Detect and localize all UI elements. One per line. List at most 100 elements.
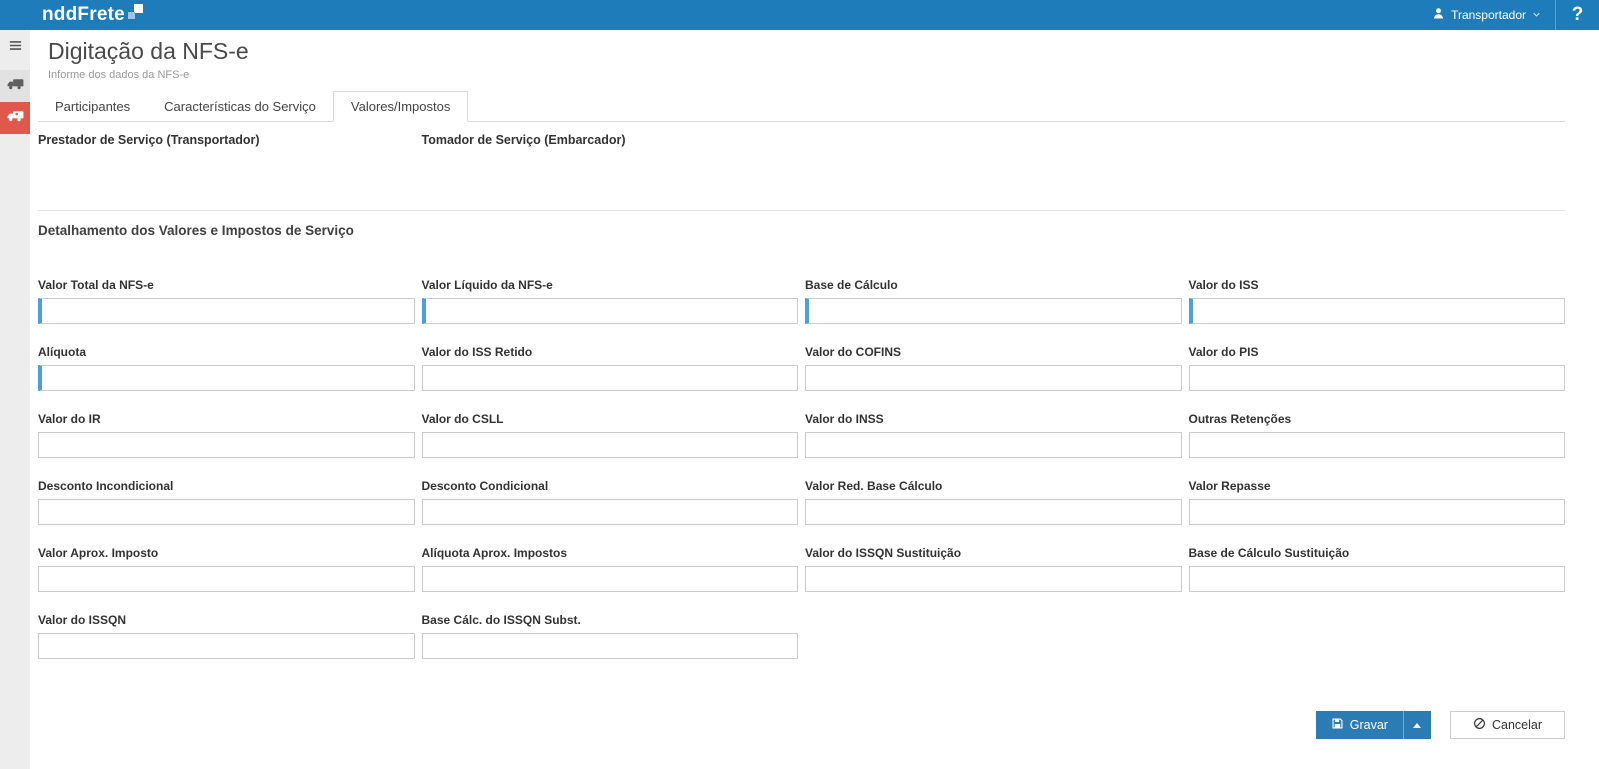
brand-logo[interactable]: nddFrete <box>0 0 143 30</box>
field-valor-inss: Valor do INSS <box>805 412 1182 458</box>
field-label: Valor do ISSQN <box>38 613 415 627</box>
form-actions: Gravar Cancelar <box>38 711 1565 739</box>
valor-csll-input[interactable] <box>422 432 799 458</box>
field-valor-cofins: Valor do COFINS <box>805 345 1182 391</box>
field-label: Alíquota Aprox. Impostos <box>422 546 799 560</box>
valor-issqn-input[interactable] <box>38 633 415 659</box>
tab-participantes[interactable]: Participantes <box>38 92 147 121</box>
save-icon <box>1331 717 1344 733</box>
tab-valores-impostos[interactable]: Valores/Impostos <box>333 91 468 122</box>
field-label: Valor do PIS <box>1189 345 1566 359</box>
page-title: Digitação da NFS-e <box>48 38 1565 65</box>
brand-logo-text: nddFrete <box>42 0 125 30</box>
desconto-incondicional-input[interactable] <box>38 499 415 525</box>
page-subtitle: Informe dos dados da NFS-e <box>48 69 1565 81</box>
valor-pis-input[interactable] <box>1189 365 1566 391</box>
valor-ir-input[interactable] <box>38 432 415 458</box>
field-valor-red-base-calculo: Valor Red. Base Cálculo <box>805 479 1182 525</box>
brand-logo-icon <box>127 4 143 26</box>
valor-total-nfse-input[interactable] <box>38 298 415 324</box>
help-button[interactable]: ? <box>1555 0 1599 30</box>
sidebar-item-freight-entry[interactable] <box>0 102 30 134</box>
field-outras-retencoes: Outras Retenções <box>1189 412 1566 458</box>
field-base-calc-issqn-subst: Base Cálc. do ISSQN Subst. <box>422 613 799 659</box>
field-valor-csll: Valor do CSLL <box>422 412 799 458</box>
tomador-section: Tomador de Serviço (Embarcador) <box>422 133 799 210</box>
user-menu[interactable]: Transportador <box>1418 0 1555 30</box>
field-label: Valor Red. Base Cálculo <box>805 479 1182 493</box>
gravar-button[interactable]: Gravar <box>1316 711 1403 739</box>
cancel-icon <box>1473 717 1486 733</box>
valor-issqn-sustituicao-input[interactable] <box>805 566 1182 592</box>
prestador-label: Prestador de Serviço (Transportador) <box>38 133 415 147</box>
user-icon <box>1432 7 1445 23</box>
values-section-title: Detalhamento dos Valores e Impostos de S… <box>38 223 1565 238</box>
cancelar-button-label: Cancelar <box>1492 718 1542 732</box>
valor-liquido-nfse-input[interactable] <box>422 298 799 324</box>
base-de-calculo-input[interactable] <box>805 298 1182 324</box>
caret-up-icon <box>1413 723 1421 728</box>
field-label: Valor do COFINS <box>805 345 1182 359</box>
field-label: Outras Retenções <box>1189 412 1566 426</box>
field-label: Valor Aprox. Imposto <box>38 546 415 560</box>
field-valor-liquido-nfse: Valor Líquido da NFS-e <box>422 278 799 324</box>
field-label: Base Cálc. do ISSQN Subst. <box>422 613 799 627</box>
field-aliquota-aprox-impostos: Alíquota Aprox. Impostos <box>422 546 799 592</box>
chevron-down-icon <box>1532 8 1541 22</box>
field-desconto-incondicional: Desconto Incondicional <box>38 479 415 525</box>
field-valor-pis: Valor do PIS <box>1189 345 1566 391</box>
valor-cofins-input[interactable] <box>805 365 1182 391</box>
delivery-truck-icon <box>6 109 25 128</box>
field-valor-aprox-imposto: Valor Aprox. Imposto <box>38 546 415 592</box>
valor-iss-retido-input[interactable] <box>422 365 799 391</box>
gravar-dropdown-toggle[interactable] <box>1403 711 1431 739</box>
section-divider <box>38 210 1565 211</box>
base-calculo-sustituicao-input[interactable] <box>1189 566 1566 592</box>
participants-section: Prestador de Serviço (Transportador) Tom… <box>38 122 1565 210</box>
aliquota-aprox-impostos-input[interactable] <box>422 566 799 592</box>
values-form: Valor Total da NFS-e Valor Líquido da NF… <box>38 278 1565 680</box>
field-valor-total-nfse: Valor Total da NFS-e <box>38 278 415 324</box>
field-label: Valor do CSLL <box>422 412 799 426</box>
field-label: Desconto Condicional <box>422 479 799 493</box>
field-valor-ir: Valor do IR <box>38 412 415 458</box>
field-valor-repasse: Valor Repasse <box>1189 479 1566 525</box>
valor-do-iss-input[interactable] <box>1189 298 1566 324</box>
truck-icon <box>6 77 25 96</box>
field-label: Base de Cálculo <box>805 278 1182 292</box>
field-label: Valor do ISS Retido <box>422 345 799 359</box>
aliquota-input[interactable] <box>38 365 415 391</box>
field-label: Alíquota <box>38 345 415 359</box>
topbar-right: Transportador ? <box>1418 0 1599 30</box>
tab-caracteristicas-do-servico[interactable]: Características do Serviço <box>147 92 333 121</box>
valor-aprox-imposto-input[interactable] <box>38 566 415 592</box>
outras-retencoes-input[interactable] <box>1189 432 1566 458</box>
field-label: Valor Líquido da NFS-e <box>422 278 799 292</box>
user-menu-label: Transportador <box>1451 8 1526 22</box>
field-label: Valor do INSS <box>805 412 1182 426</box>
field-valor-do-iss: Valor do ISS <box>1189 278 1566 324</box>
tab-bar: Participantes Características do Serviço… <box>38 91 1565 122</box>
hamburger-icon <box>8 38 23 58</box>
sidebar-menu-toggle[interactable] <box>0 30 30 66</box>
field-label: Valor Repasse <box>1189 479 1566 493</box>
base-calc-issqn-subst-input[interactable] <box>422 633 799 659</box>
valor-inss-input[interactable] <box>805 432 1182 458</box>
field-label: Valor do IR <box>38 412 415 426</box>
sidebar-item-fleet[interactable] <box>0 70 30 102</box>
desconto-condicional-input[interactable] <box>422 499 799 525</box>
gravar-split-button: Gravar <box>1316 711 1431 739</box>
sidebar <box>0 30 30 769</box>
field-desconto-condicional: Desconto Condicional <box>422 479 799 525</box>
field-label: Desconto Incondicional <box>38 479 415 493</box>
field-label: Valor do ISS <box>1189 278 1566 292</box>
field-base-de-calculo: Base de Cálculo <box>805 278 1182 324</box>
field-label: Valor do ISSQN Sustituição <box>805 546 1182 560</box>
valor-red-base-calculo-input[interactable] <box>805 499 1182 525</box>
cancelar-button[interactable]: Cancelar <box>1450 711 1565 739</box>
top-bar: nddFrete Transportador ? <box>0 0 1599 30</box>
main-content: Digitação da NFS-e Informe dos dados da … <box>30 30 1599 769</box>
valor-repasse-input[interactable] <box>1189 499 1566 525</box>
prestador-section: Prestador de Serviço (Transportador) <box>38 133 415 210</box>
field-valor-issqn: Valor do ISSQN <box>38 613 415 659</box>
